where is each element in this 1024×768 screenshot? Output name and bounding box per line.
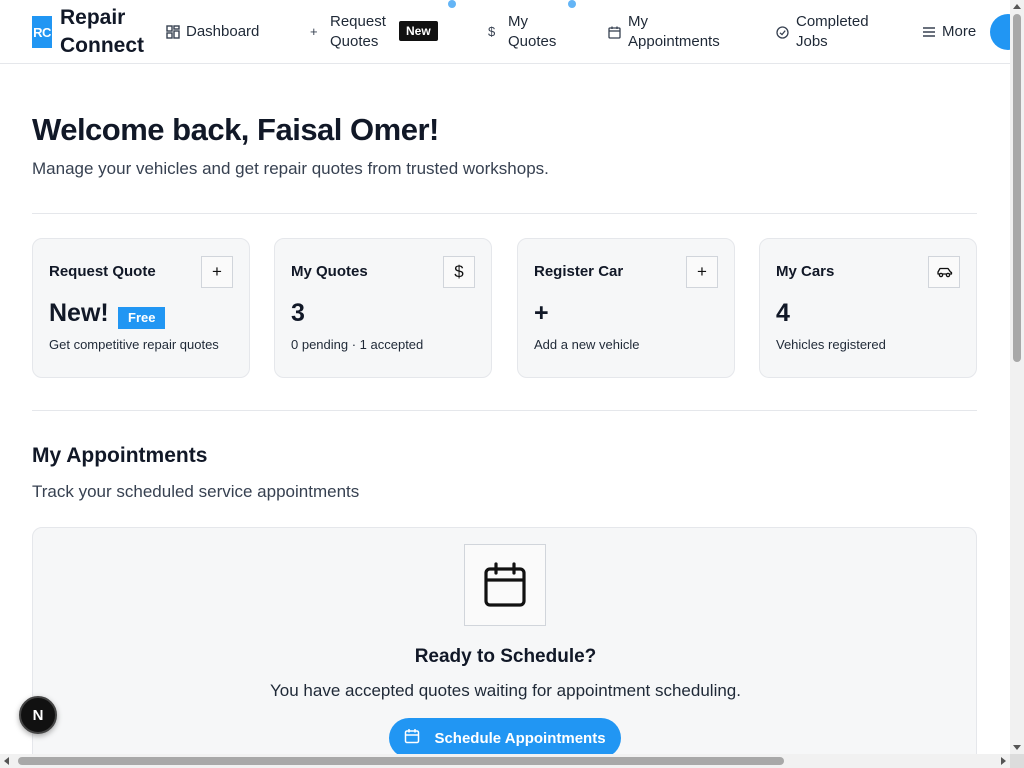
page-title: Welcome back, Faisal Omer! [32,112,439,147]
horizontal-scrollbar[interactable] [0,754,1010,768]
appointments-panel: Ready to Schedule? You have accepted quo… [32,527,977,767]
nav-more[interactable]: More [922,22,976,42]
section-subtitle: Track your scheduled service appointment… [32,482,360,501]
scrollbar-corner [1010,754,1024,768]
card-description: 0 pending · 1 accepted [291,337,424,352]
card-title: My Cars [776,263,835,280]
calendar-icon [464,544,546,626]
plus-icon[interactable]: + [201,256,233,288]
dashboard-grid-icon [166,25,186,39]
section-title: My Appointments [32,444,208,467]
schedule-appointments-label: Schedule Appointments [434,729,606,747]
nav-my-appointments[interactable]: My Appointments [608,12,720,52]
nav-my-appointments-label: My Appointments [628,13,720,50]
card-my-cars[interactable]: My Cars 4 Vehicles registered [759,238,977,378]
card-title: Register Car [534,263,624,280]
nav-request-quotes-label: Request Quotes [330,13,386,50]
scroll-right-arrow-icon[interactable] [1001,757,1006,765]
schedule-appointments-button[interactable]: Schedule Appointments [389,718,621,758]
indicator-dot [448,0,456,8]
new-badge: New [399,21,438,41]
divider [32,213,977,214]
dollar-icon: $ [488,24,496,39]
logo-icon[interactable]: RC [32,16,52,48]
nav-completed-jobs[interactable]: Completed Jobs [776,12,869,52]
card-value: + [534,299,549,327]
nav-request-quotes[interactable]: + Request Quotes [310,12,386,52]
vertical-scrollbar[interactable] [1010,0,1024,754]
scroll-left-arrow-icon[interactable] [4,757,9,765]
dev-tools-badge[interactable]: N [19,696,57,734]
indicator-dot [568,0,576,8]
page-subtitle: Manage your vehicles and get repair quot… [32,159,549,178]
nav-dashboard-label: Dashboard [186,23,260,40]
dollar-icon[interactable]: $ [443,256,475,288]
card-value: 3 [291,299,305,327]
nav-completed-jobs-label: Completed Jobs [796,13,869,50]
plus-icon: + [310,24,318,39]
nav-my-quotes-label: My Quotes [508,13,557,50]
card-value: 4 [776,299,790,327]
menu-icon [922,26,942,38]
nav-dashboard[interactable]: Dashboard [166,22,259,42]
card-request-quote[interactable]: Request Quote + New! Free Get competitiv… [32,238,250,378]
vertical-scroll-thumb[interactable] [1013,14,1021,362]
horizontal-scroll-thumb[interactable] [18,757,784,765]
calendar-icon [608,26,628,39]
empty-state-title: Ready to Schedule? [414,646,597,667]
scroll-down-arrow-icon[interactable] [1013,745,1021,750]
nav-more-label: More [942,23,977,40]
divider [32,410,977,411]
nav-my-quotes[interactable]: $ My Quotes [488,12,556,52]
car-icon[interactable] [928,256,960,288]
card-description: Add a new vehicle [534,337,640,352]
card-description: Vehicles registered [776,337,886,352]
check-circle-icon [776,25,796,39]
app-name[interactable]: Repair Connect [60,4,160,60]
card-title: My Quotes [291,263,368,280]
top-navbar: RC Repair Connect Dashboard + Request Qu… [0,0,1024,64]
card-value: New! [49,299,109,327]
free-badge: Free [118,307,166,329]
card-description: Get competitive repair quotes [49,337,219,352]
card-my-quotes[interactable]: My Quotes $ 3 0 pending · 1 accepted [274,238,492,378]
plus-icon[interactable]: + [686,256,718,288]
card-register-car[interactable]: Register Car + + Add a new vehicle [517,238,735,378]
empty-state-subtitle: You have accepted quotes waiting for app… [270,681,741,700]
calendar-icon [404,728,420,748]
card-title: Request Quote [49,263,156,280]
scroll-up-arrow-icon[interactable] [1013,4,1021,9]
